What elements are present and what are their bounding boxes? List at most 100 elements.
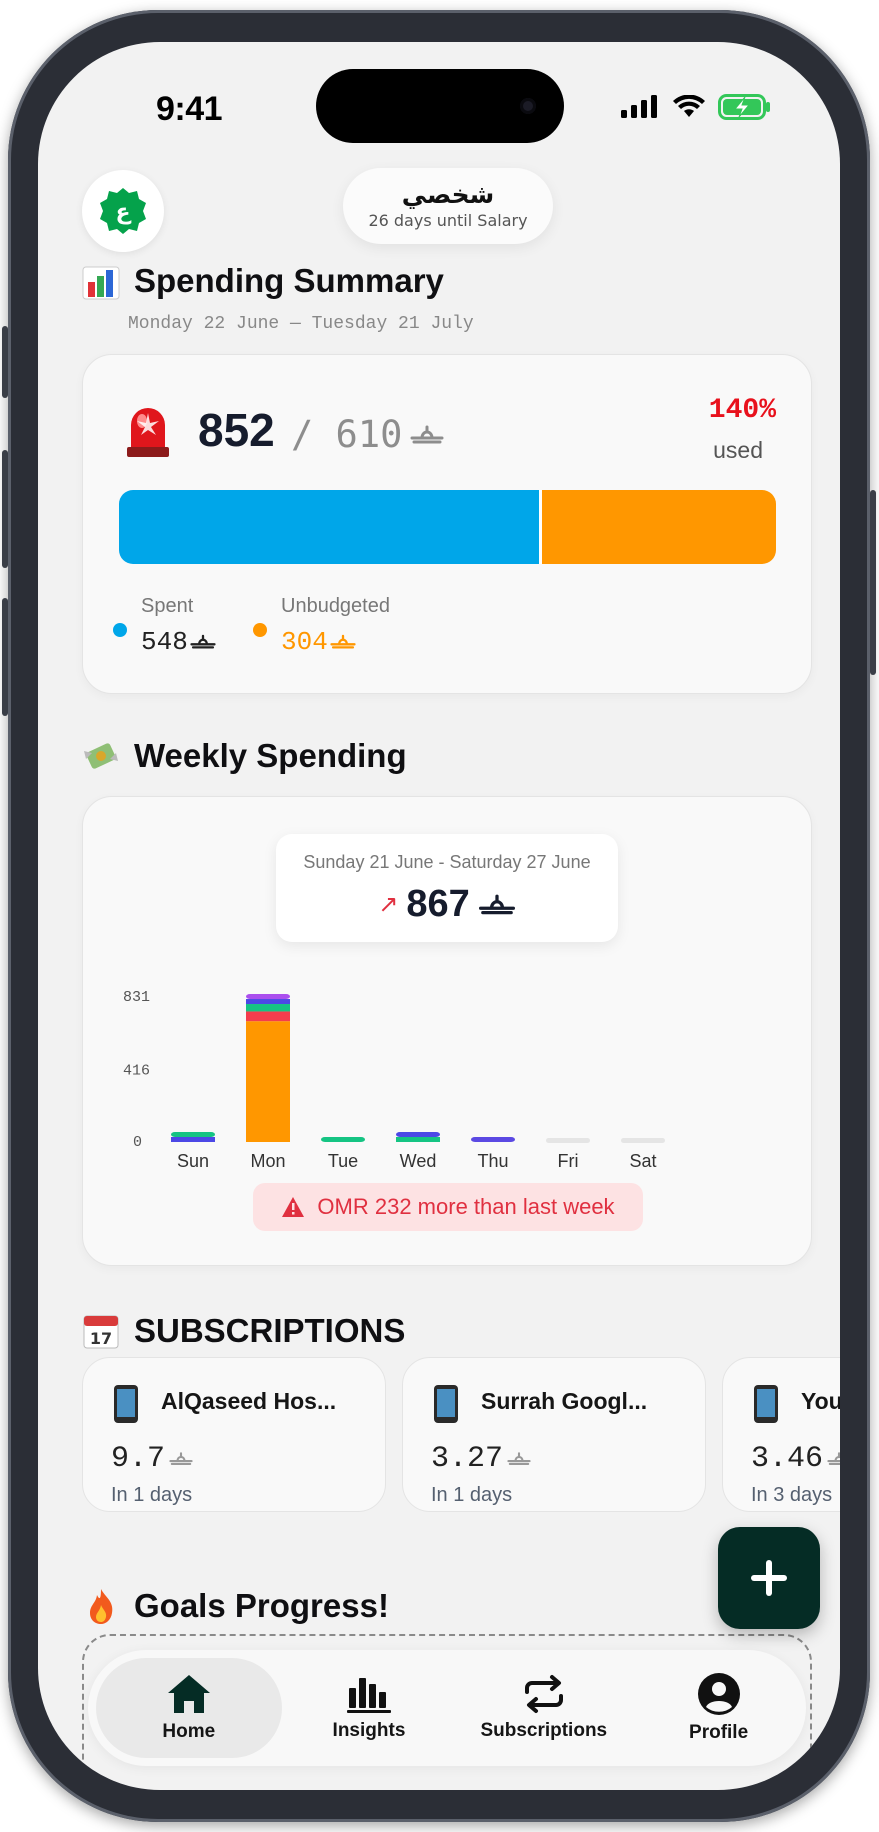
bar-segment[interactable] <box>246 999 290 1005</box>
bar-segment[interactable] <box>171 1132 215 1137</box>
subscription-name: Surrah Googl... <box>481 1388 648 1414</box>
y-tick-label: 0 <box>133 1134 142 1151</box>
tab-profile[interactable]: Profile <box>631 1658 806 1758</box>
action-button <box>2 326 8 398</box>
wifi-icon <box>673 95 705 117</box>
volume-down-button <box>2 598 8 716</box>
bar-empty[interactable] <box>546 1138 590 1143</box>
comparison-warning: OMR 232 more than last week <box>253 1183 643 1231</box>
status-time: 9:41 <box>156 90 223 128</box>
x-tick-label: Fri <box>558 1151 579 1171</box>
section-title-goals: Goals Progress! <box>134 1587 389 1624</box>
legend-spent-label: Spent <box>141 595 194 617</box>
legend-unbudgeted-value: 304 <box>281 627 356 657</box>
weekly-bar-chart[interactable]: 831 416 0 Sun Mon Tue Wed Thu Fri Sat <box>113 962 803 1172</box>
section-title-weekly: Weekly Spending <box>134 737 407 774</box>
budget-total: / 610 <box>291 413 444 456</box>
week-total: ↗ 867 <box>276 883 618 926</box>
status-icons <box>620 94 772 120</box>
mobile-phone-icon <box>434 1385 458 1423</box>
bottom-tab-bar: Home Insights Subscriptions Profile <box>88 1650 806 1766</box>
subscriptions-header: 17 SUBSCRIPTIONS <box>82 1312 405 1350</box>
x-tick-label: Tue <box>328 1151 358 1171</box>
siren-icon <box>127 408 169 457</box>
goals-header: Goals Progress! <box>82 1587 389 1625</box>
add-transaction-button[interactable] <box>718 1527 820 1629</box>
profile-avatar[interactable]: ع <box>82 170 164 252</box>
tab-subscriptions[interactable]: Subscriptions <box>456 1658 631 1758</box>
bar-chart-icon <box>82 266 120 300</box>
bar-segment[interactable] <box>321 1137 365 1142</box>
budget-progress-bar <box>119 490 776 564</box>
x-tick-label: Wed <box>400 1151 437 1171</box>
comparison-warning-text: OMR 232 more than last week <box>317 1194 615 1219</box>
battery-charging-icon <box>718 94 770 120</box>
account-switcher[interactable]: شخصي 26 days until Salary <box>343 168 553 244</box>
spending-summary-header: Spending Summary <box>82 262 444 300</box>
subscription-amount: 3.27 <box>431 1442 531 1476</box>
percent-used: 140% <box>708 395 776 426</box>
tab-home[interactable]: Home <box>96 1658 282 1758</box>
weekly-spending-card[interactable]: Sunday 21 June - Saturday 27 June ↗ 867 … <box>82 796 812 1266</box>
mobile-phone-icon <box>754 1385 778 1423</box>
signal-icon <box>621 95 657 118</box>
subscription-name: Yout <box>801 1388 840 1414</box>
bar-segment[interactable] <box>171 1137 215 1142</box>
tab-insights[interactable]: Insights <box>282 1658 457 1758</box>
trend-up-arrow-icon: ↗ <box>378 891 399 918</box>
salary-countdown: 26 days until Salary <box>368 211 528 230</box>
volume-up-button <box>2 450 8 568</box>
tab-subscriptions-label: Subscriptions <box>480 1720 608 1741</box>
x-tick-label: Sun <box>177 1151 209 1171</box>
spent-dot <box>113 623 127 637</box>
subscription-card[interactable]: Yout 3.46 In 3 days <box>722 1357 840 1512</box>
bar-segment[interactable] <box>471 1137 515 1142</box>
dynamic-island <box>316 69 564 143</box>
bar-segment[interactable] <box>396 1137 440 1142</box>
subscription-due: In 1 days <box>431 1484 513 1506</box>
money-wings-icon <box>84 743 118 769</box>
svg-text:ع: ع <box>115 200 131 225</box>
x-tick-label: Mon <box>250 1151 285 1171</box>
omr-currency-icon <box>410 425 444 443</box>
omr-currency-icon <box>478 894 515 914</box>
subscription-card[interactable]: AlQaseed Hos... 9.7 In 1 days <box>82 1357 386 1512</box>
bar-segment[interactable] <box>246 1011 290 1022</box>
spent-total: 852 <box>198 404 275 456</box>
omr-currency-icon <box>190 634 216 649</box>
subscriptions-carousel[interactable]: AlQaseed Hos... 9.7 In 1 days Surrah Goo… <box>82 1357 840 1512</box>
bar-empty[interactable] <box>621 1138 665 1143</box>
mobile-phone-icon <box>114 1385 138 1423</box>
week-range: Sunday 21 June - Saturday 27 June <box>303 852 591 872</box>
section-title-subscriptions: SUBSCRIPTIONS <box>134 1312 406 1349</box>
phone-frame: 9:41 ع شخصي 26 days until Salary Spendin… <box>2 10 876 1822</box>
omr-currency-icon <box>827 1452 840 1465</box>
subscription-amount: 3.46 <box>751 1442 840 1476</box>
percent-used-label: used <box>713 437 763 463</box>
spending-summary-card[interactable]: 852 / 610 140% used Spent 548 Unbudgeted… <box>82 354 812 694</box>
summary-date-range: Monday 22 June — Tuesday 21 July <box>128 314 474 334</box>
tab-home-label: Home <box>162 1721 216 1742</box>
tab-insights-label: Insights <box>332 1720 406 1741</box>
warning-icon <box>282 1197 305 1217</box>
subscription-name: AlQaseed Hos... <box>161 1388 337 1414</box>
subscription-card[interactable]: Surrah Googl... 3.27 In 1 days <box>402 1357 706 1512</box>
tab-profile-label: Profile <box>689 1722 749 1743</box>
week-total-value: 867 <box>406 883 470 925</box>
week-summary-popup[interactable]: Sunday 21 June - Saturday 27 June ↗ 867 <box>276 834 618 942</box>
unbudgeted-segment <box>542 490 776 564</box>
y-tick-label: 831 <box>123 989 150 1006</box>
repeat-icon <box>524 1675 563 1713</box>
bar-segment[interactable] <box>246 994 290 1000</box>
subscription-due: In 3 days <box>751 1484 833 1506</box>
bar-segment[interactable] <box>246 1004 290 1012</box>
bar-segment[interactable] <box>246 1021 290 1142</box>
bar-segment[interactable] <box>396 1132 440 1137</box>
spent-segment <box>119 490 540 564</box>
account-name: شخصي <box>401 180 495 209</box>
omr-currency-icon <box>507 1452 531 1465</box>
omr-currency-icon <box>330 634 356 649</box>
section-title-spending: Spending Summary <box>134 262 444 299</box>
app-screen: 9:41 ع شخصي 26 days until Salary Spendin… <box>38 42 840 1790</box>
plus-icon <box>751 1560 787 1596</box>
